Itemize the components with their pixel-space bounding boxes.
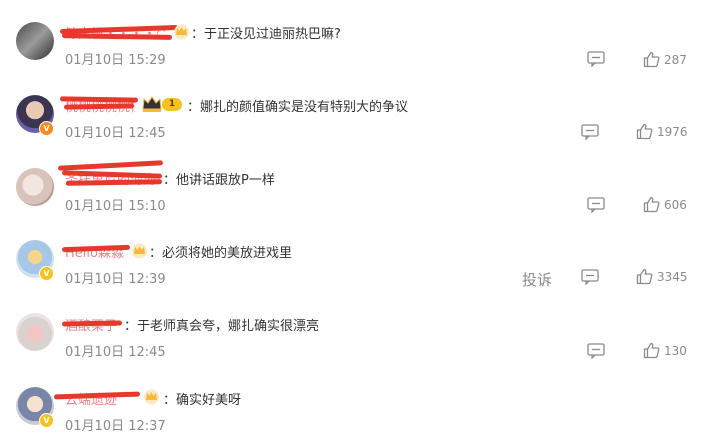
- timestamp: 01月10日 15:29: [65, 53, 166, 68]
- like-count: 606: [664, 198, 687, 212]
- thumbs-up-icon[interactable]: [636, 123, 653, 140]
- thumbs-up-icon[interactable]: [643, 51, 660, 68]
- like-count: 1976: [657, 125, 688, 139]
- like-count: 130: [664, 344, 687, 358]
- verified-badge-icon: V: [39, 266, 54, 281]
- avatar[interactable]: [16, 313, 54, 351]
- comment-text: ：确实好美呀: [163, 393, 242, 408]
- comment-text: ：他讲话跟放P一样: [163, 173, 275, 188]
- crown-badge-icon: [142, 96, 162, 112]
- report-button[interactable]: 投诉: [522, 269, 552, 290]
- comment-text: ：于老师真会夸，娜扎确实很漂亮: [124, 319, 320, 334]
- timestamp: 01月10日 12:37: [65, 419, 166, 434]
- thumbs-up-icon[interactable]: [643, 196, 660, 213]
- like-count: 3345: [657, 270, 688, 284]
- reply-icon[interactable]: [587, 343, 605, 359]
- reply-icon[interactable]: [587, 51, 605, 67]
- comment-text: ：必须将她的美放进戏里: [149, 246, 293, 261]
- timestamp: 01月10日 15:10: [65, 199, 166, 214]
- reply-icon[interactable]: [581, 124, 599, 140]
- reply-icon[interactable]: [581, 269, 599, 285]
- comment-text: ：于正没见过迪丽热巴嘛?: [191, 27, 341, 42]
- verified-badge-icon: V: [39, 413, 54, 428]
- like-count: 287: [664, 53, 687, 67]
- timestamp: 01月10日 12:45: [65, 126, 166, 141]
- reply-icon[interactable]: [587, 197, 605, 213]
- avatar[interactable]: [16, 168, 54, 206]
- level-badge: 1: [162, 98, 182, 111]
- timestamp: 01月10日 12:39: [65, 272, 166, 287]
- crown-badge-icon: [174, 24, 189, 40]
- verified-badge-icon: V: [39, 121, 54, 136]
- crown-badge-icon: [132, 243, 147, 259]
- thumbs-up-icon[interactable]: [636, 268, 653, 285]
- comment-text: ：娜扎的颜值确实是没有特别大的争议: [187, 100, 409, 115]
- redaction-mark: [61, 320, 123, 327]
- avatar[interactable]: [16, 22, 54, 60]
- crown-badge-icon: [144, 389, 159, 405]
- timestamp: 01月10日 12:45: [65, 345, 166, 360]
- thumbs-up-icon[interactable]: [643, 342, 660, 359]
